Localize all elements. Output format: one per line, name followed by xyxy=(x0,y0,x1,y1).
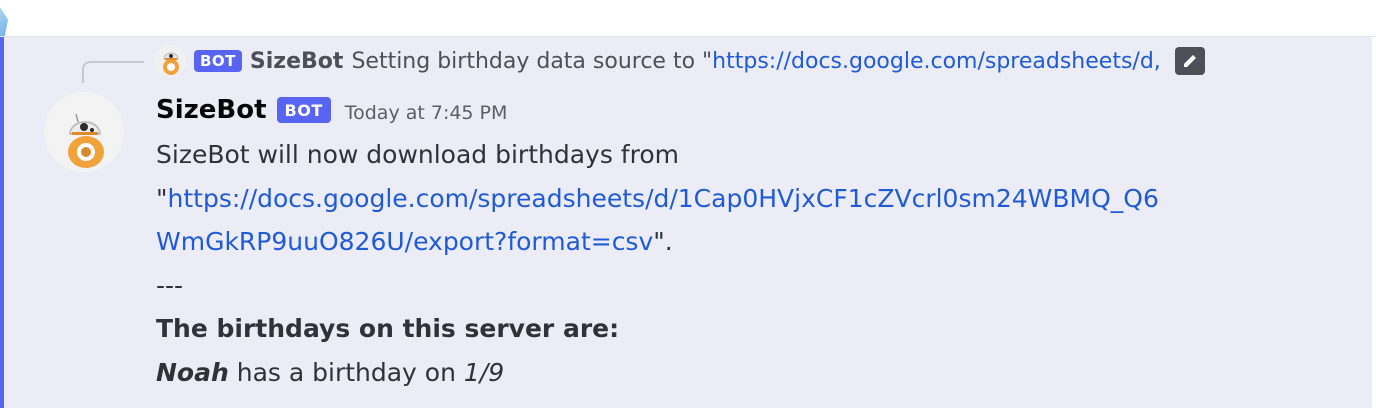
author-avatar[interactable] xyxy=(44,92,124,172)
quote-close: ". xyxy=(653,227,673,256)
edit-icon[interactable] xyxy=(1174,47,1205,75)
reply-spine xyxy=(82,61,144,83)
author-name[interactable]: SizeBot xyxy=(156,95,267,125)
reply-reference[interactable]: BOT SizeBot Setting birthday data source… xyxy=(154,45,1205,77)
entry-name: Noah xyxy=(156,357,229,387)
entry-middle: has a birthday on xyxy=(228,357,464,387)
body-line-1: SizeBot will now download birthdays from xyxy=(156,140,679,169)
list-heading: The birthdays on this server are: xyxy=(156,314,620,343)
previous-message-area xyxy=(0,0,1376,36)
reply-author-name[interactable]: SizeBot xyxy=(250,49,344,74)
csv-link-part-2[interactable]: WmGkRP9uuO826U/export?format=csv xyxy=(156,227,653,256)
reply-bot-badge: BOT xyxy=(194,50,242,72)
bot-badge: BOT xyxy=(276,97,331,123)
body-line-3: WmGkRP9uuO826U/export?format=csv". xyxy=(156,220,1356,264)
timestamp[interactable]: Today at 7:45 PM xyxy=(345,102,508,124)
reply-link[interactable]: https://docs.google.com/spreadsheets/d, xyxy=(712,49,1161,74)
csv-link-part-1[interactable]: https://docs.google.com/spreadsheets/d/1… xyxy=(168,184,1159,213)
scroll-edge xyxy=(1372,37,1376,408)
birthday-entry: Noah has a birthday on 1/9 xyxy=(156,351,1356,395)
highlighted-message[interactable]: BOT SizeBot Setting birthday data source… xyxy=(0,37,1372,408)
separator: --- xyxy=(156,270,184,300)
message-body: SizeBot will now download birthdays from… xyxy=(156,133,1356,394)
quote-open: " xyxy=(156,183,168,213)
body-line-2: "https://docs.google.com/spreadsheets/d/… xyxy=(156,177,1356,221)
bb8-avatar-icon xyxy=(44,92,124,172)
reply-avatar-icon[interactable] xyxy=(154,45,186,77)
reply-text: Setting birthday data source to " xyxy=(351,48,713,74)
entry-date: 1/9 xyxy=(463,357,505,387)
message-header: SizeBot BOT Today at 7:45 PM xyxy=(156,92,507,128)
